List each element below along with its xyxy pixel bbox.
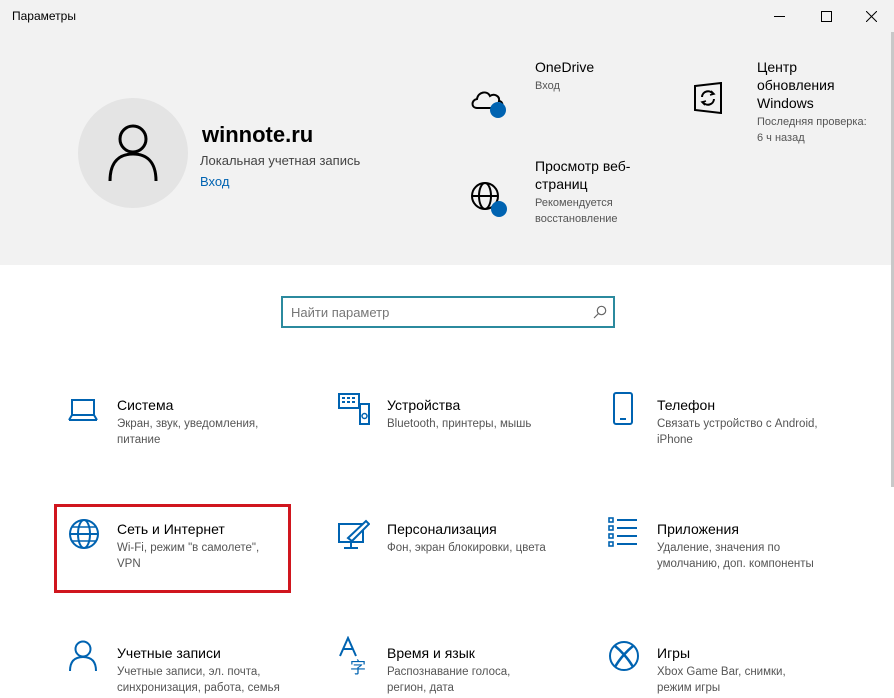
title-line: Windows — [757, 95, 814, 111]
window-title: Параметры — [12, 9, 76, 23]
quick-onedrive-desc: Вход — [535, 78, 560, 94]
desc-line: восстановление — [535, 213, 618, 225]
category-time-language[interactable]: 字 Время и язык Распознавание голоса, рег… — [338, 636, 578, 698]
person-icon — [108, 124, 158, 182]
user-name: winnote.ru — [202, 122, 314, 147]
desc-line: Экран, звук, уведомления, — [117, 418, 259, 430]
desc-line: 6 ч назад — [757, 132, 805, 144]
quick-browsing-desc: Рекомендуется восстановление — [535, 195, 618, 227]
category-desc: Связать устройство с Android, iPhone — [657, 416, 818, 448]
category-desc: Bluetooth, принтеры, мышь — [387, 416, 531, 432]
quick-browsing-title: Просмотр веб- страниц — [535, 157, 630, 193]
desc-line: Фон, экран блокировки, цвета — [387, 542, 546, 554]
keyboard-icon — [338, 393, 370, 425]
svg-text:字: 字 — [350, 658, 366, 676]
quick-onedrive-title: OneDrive — [535, 58, 594, 76]
user-icon — [69, 640, 97, 672]
minimize-button[interactable] — [756, 0, 802, 32]
desc-line: Последняя проверка: — [757, 116, 867, 128]
quick-update-desc: Последняя проверка: 6 ч назад — [757, 114, 867, 146]
desc-line: Удаление, значения по — [657, 542, 781, 554]
phone-icon — [613, 392, 633, 425]
desc-line: режим игры — [657, 682, 721, 694]
highlight-frame — [54, 504, 291, 593]
category-system[interactable]: Система Экран, звук, уведомления, питани… — [68, 396, 308, 456]
category-desc: Фон, экран блокировки, цвета — [387, 540, 546, 556]
paint-icon — [338, 519, 370, 549]
cloud-icon — [471, 91, 506, 118]
desc-line: iPhone — [657, 434, 693, 446]
list-icon — [608, 517, 637, 547]
desc-line: Связать устройство с Android, — [657, 418, 818, 430]
account-header: winnote.ru Локальная учетная запись Вход… — [0, 32, 894, 265]
category-title: Система — [117, 397, 174, 413]
desc-line: Вход — [535, 80, 560, 92]
category-apps[interactable]: Приложения Удаление, значения по умолчан… — [608, 517, 848, 580]
title-line: OneDrive — [535, 59, 595, 75]
maximize-button[interactable] — [803, 0, 849, 32]
category-accounts[interactable]: Учетные записи Учетные записи, эл. почта… — [68, 640, 308, 698]
desc-line: Учетные записи, эл. почта, — [117, 666, 261, 678]
category-title: Учетные записи — [117, 645, 221, 661]
title-line: Центр — [757, 59, 798, 75]
category-desc: Экран, звук, уведомления, питание — [117, 416, 258, 448]
close-icon — [865, 10, 877, 22]
desc-line: регион, дата — [387, 682, 454, 694]
globe-icon — [471, 182, 507, 217]
maximize-icon — [820, 10, 832, 22]
desc-line: Распознавание голоса, — [387, 666, 511, 678]
category-title: Игры — [657, 645, 691, 661]
quick-onedrive[interactable]: OneDrive Вход — [470, 58, 670, 128]
category-title: Телефон — [657, 397, 716, 413]
language-icon: 字 — [339, 636, 366, 676]
category-devices[interactable]: Устройства Bluetooth, принтеры, мышь — [338, 393, 578, 456]
quick-windows-update[interactable]: Центр обновления Windows Последняя прове… — [692, 58, 882, 178]
minimize-icon — [773, 15, 785, 17]
desc-line: умолчанию, доп. компоненты — [657, 558, 814, 570]
search-input[interactable] — [291, 303, 586, 321]
desc-line: Рекомендуется — [535, 197, 613, 209]
category-personalization[interactable]: Персонализация Фон, экран блокировки, цв… — [338, 519, 578, 580]
desc-line: питание — [117, 434, 161, 446]
title-line: обновления — [757, 77, 835, 93]
signin-link[interactable]: Вход — [200, 174, 229, 189]
avatar[interactable] — [78, 98, 188, 208]
category-desc: Удаление, значения по умолчанию, доп. ко… — [657, 540, 814, 572]
title-line: страниц — [535, 176, 588, 192]
category-title: Время и язык — [387, 645, 475, 661]
category-desc: Распознавание голоса, регион, дата — [387, 664, 510, 696]
category-phone[interactable]: Телефон Связать устройство с Android, iP… — [610, 392, 850, 456]
category-title: Устройства — [387, 397, 461, 413]
category-title: Персонализация — [387, 521, 497, 537]
desc-line: синхронизация, работа, семья — [117, 682, 280, 694]
search-box[interactable] — [281, 296, 615, 328]
category-desc: Учетные записи, эл. почта, синхронизация… — [117, 664, 280, 696]
category-desc: Xbox Game Bar, снимки, режим игры — [657, 664, 786, 696]
desc-line: Xbox Game Bar, снимки, — [657, 666, 786, 678]
xbox-icon — [609, 641, 639, 671]
search-icon[interactable] — [593, 305, 607, 319]
category-title: Приложения — [657, 521, 739, 537]
close-button[interactable] — [848, 0, 894, 32]
title-line: Просмотр веб- — [535, 158, 631, 174]
laptop-icon — [68, 399, 98, 421]
quick-browsing[interactable]: Просмотр веб- страниц Рекомендуется восс… — [470, 157, 670, 237]
quick-update-title: Центр обновления Windows — [757, 58, 835, 112]
account-type: Локальная учетная запись — [200, 153, 361, 168]
title-bar: Параметры — [0, 0, 894, 32]
sync-icon — [694, 82, 722, 114]
desc-line: Bluetooth, принтеры, мышь — [387, 418, 532, 430]
category-gaming[interactable]: Игры Xbox Game Bar, снимки, режим игры — [608, 641, 848, 698]
